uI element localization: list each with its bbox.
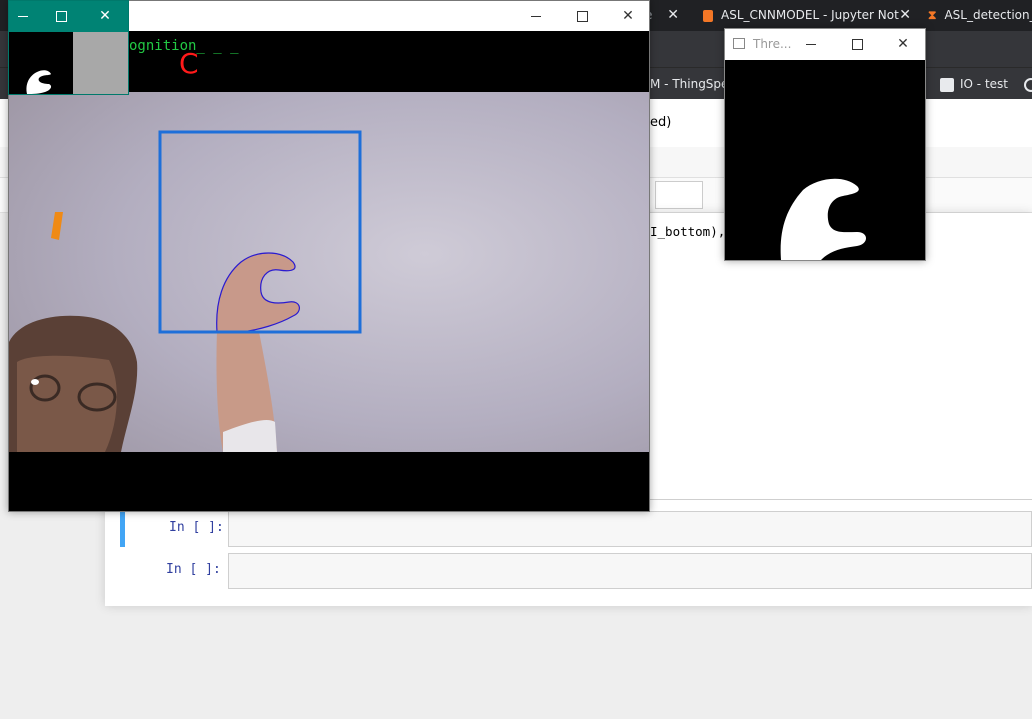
maximize-icon (55, 10, 67, 22)
window-titlebar[interactable]: ✕ (9, 1, 128, 31)
code-fragment: I_bottom), (650, 224, 726, 239)
tab-label: ASL_detection_ (944, 8, 1032, 22)
minimize-icon (531, 15, 541, 17)
notebook-header-text: ed) (650, 115, 672, 130)
notebook-cell-selected[interactable]: In [ ]: (120, 511, 1032, 547)
toolbar-button[interactable] (655, 181, 703, 209)
maximize-button[interactable] (41, 1, 81, 31)
cell-input[interactable] (228, 553, 1032, 589)
maximize-button[interactable] (835, 29, 879, 59)
mini-preview-image (9, 32, 128, 94)
io-icon (940, 77, 954, 92)
maximize-icon (576, 10, 588, 22)
mini-preview-window[interactable]: ✕ (8, 0, 129, 95)
globe-icon (1024, 77, 1032, 92)
threshold-window[interactable]: Thre... ✕ (724, 28, 926, 261)
mini-preview (9, 32, 128, 94)
close-icon[interactable]: ✕ (899, 0, 911, 31)
bookmark-overflow[interactable] (1024, 68, 1032, 100)
camera-feed (9, 92, 649, 452)
bookmark-label: IO - test (960, 77, 1008, 91)
cell-prompt: In [ ]: (166, 562, 221, 577)
close-icon: ✕ (99, 8, 111, 24)
hourglass-icon: ⧗ (928, 8, 937, 22)
browser-tab-asl-detection[interactable]: ⧗ ASL_detection_ (922, 0, 1032, 31)
minimize-button[interactable] (789, 29, 833, 59)
person-face (17, 355, 117, 452)
tab-label: ASL_CNNMODEL - Jupyter Not (721, 8, 899, 22)
mini-grey-area (73, 32, 128, 94)
minimize-button[interactable] (513, 1, 559, 31)
minimize-button[interactable] (3, 1, 43, 31)
close-button[interactable]: ✕ (881, 29, 925, 59)
minimize-icon (806, 43, 816, 45)
threshold-mask (725, 60, 925, 260)
close-button[interactable]: ✕ (605, 1, 651, 31)
jupyter-notebook-icon (703, 9, 713, 22)
cell-input[interactable] (228, 511, 1032, 547)
close-button[interactable]: ✕ (85, 1, 125, 31)
window-title: Thre... (753, 37, 792, 51)
close-icon: ✕ (622, 8, 634, 24)
camera-frame: ognition_ _ _ C (9, 31, 649, 511)
cell-prompt: In [ ]: (169, 520, 224, 535)
bookmark-io-test[interactable]: IO - test (940, 68, 1008, 100)
window-titlebar[interactable]: Thre... ✕ (725, 29, 925, 59)
notebook-cell[interactable]: In [ ]: (120, 553, 1032, 589)
minimize-icon (18, 15, 28, 17)
close-icon[interactable]: ✕ (667, 0, 679, 31)
camera-scene (9, 92, 649, 452)
threshold-image (725, 60, 925, 260)
app-icon (733, 38, 745, 49)
glasses-glare (31, 379, 39, 385)
close-icon: ✕ (897, 36, 909, 52)
predicted-letter: C (179, 47, 199, 80)
browser-tab-partial[interactable]: e ✕ (645, 0, 685, 31)
browser-tab-asl-cnnmodel[interactable]: ASL_CNNMODEL - Jupyter Not ✕ (695, 0, 917, 31)
maximize-button[interactable] (559, 1, 605, 31)
maximize-icon (851, 38, 863, 50)
